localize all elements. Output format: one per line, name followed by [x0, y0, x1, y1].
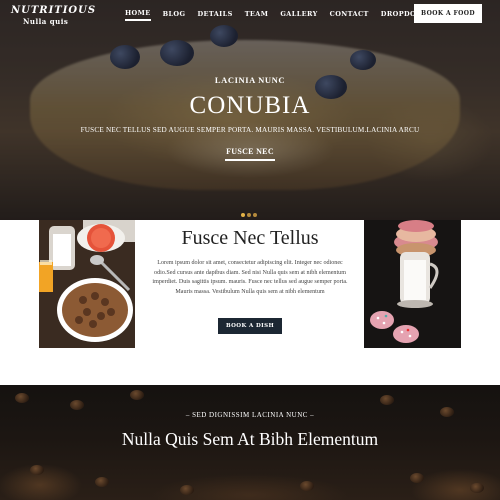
brand-logo[interactable]: NUTRITIOUS Nulla quis	[11, 5, 96, 26]
coffee-bean-decoration	[130, 390, 144, 400]
coffee-bean-decoration	[300, 481, 314, 491]
breakfast-image	[39, 220, 135, 348]
about-text: Lorem ipsum dolor sit amet, consectetur …	[152, 260, 348, 295]
coffee-banner: – SED DIGNISSIM LACINIA NUNC – Nulla Qui…	[0, 385, 500, 500]
hero-subtitle: FUSCE NEC TELLUS SED AUGUE SEMPER PORTA.…	[80, 126, 420, 134]
coffee-kicker: – SED DIGNISSIM LACINIA NUNC –	[185, 411, 315, 419]
nav-item-details[interactable]: DETAILS	[197, 10, 232, 20]
nav-item-team[interactable]: TEAM	[245, 10, 269, 20]
about-title: Fusce Nec Tellus	[181, 227, 319, 249]
nav-item-gallery[interactable]: GALLERY	[280, 10, 317, 20]
coffee-title: Nulla Quis Sem At Bibh Elementum	[121, 429, 379, 449]
coffee-bean-decoration	[95, 477, 109, 487]
breakfast-illustration	[39, 220, 135, 348]
book-dish-button[interactable]: BOOK A DISH	[218, 318, 282, 334]
coffee-bean-decoration	[30, 465, 44, 475]
book-food-button[interactable]: BOOK A FOOD	[414, 4, 482, 23]
about-content: Fusce Nec Tellus Lorem ipsum dolor sit a…	[145, 220, 355, 297]
brand-title: NUTRITIOUS	[11, 5, 97, 16]
coffee-bean-decoration	[70, 400, 84, 410]
nav-item-home[interactable]: HOME	[125, 9, 151, 21]
carousel-dots	[241, 213, 259, 217]
coffee-bean-decoration	[410, 473, 424, 483]
hero-kicker: LACINIA NUNC	[214, 75, 286, 85]
main-nav: HOME BLOG DETAILS TEAM GALLERY CONTACT D…	[125, 9, 449, 21]
coffee-bean-decoration	[15, 393, 29, 403]
hero-title: CONUBIA	[189, 92, 311, 119]
coffee-bean-decoration	[380, 395, 394, 405]
milkshake-illustration	[364, 220, 461, 348]
milkshake-image	[364, 220, 461, 348]
hero-banner: NUTRITIOUS Nulla quis HOME BLOG DETAILS …	[0, 0, 500, 220]
brand-subtitle: Nulla quis	[23, 17, 69, 26]
carousel-dot-1[interactable]	[241, 213, 245, 217]
hero-cta-link[interactable]: FUSCE NEC	[225, 147, 275, 161]
carousel-dot-2[interactable]	[247, 213, 251, 217]
nav-item-contact[interactable]: CONTACT	[330, 10, 369, 20]
coffee-bean-decoration	[470, 483, 484, 493]
nav-item-blog[interactable]: BLOG	[163, 10, 186, 20]
carousel-dot-3[interactable]	[253, 213, 257, 217]
coffee-bean-decoration	[180, 485, 194, 495]
